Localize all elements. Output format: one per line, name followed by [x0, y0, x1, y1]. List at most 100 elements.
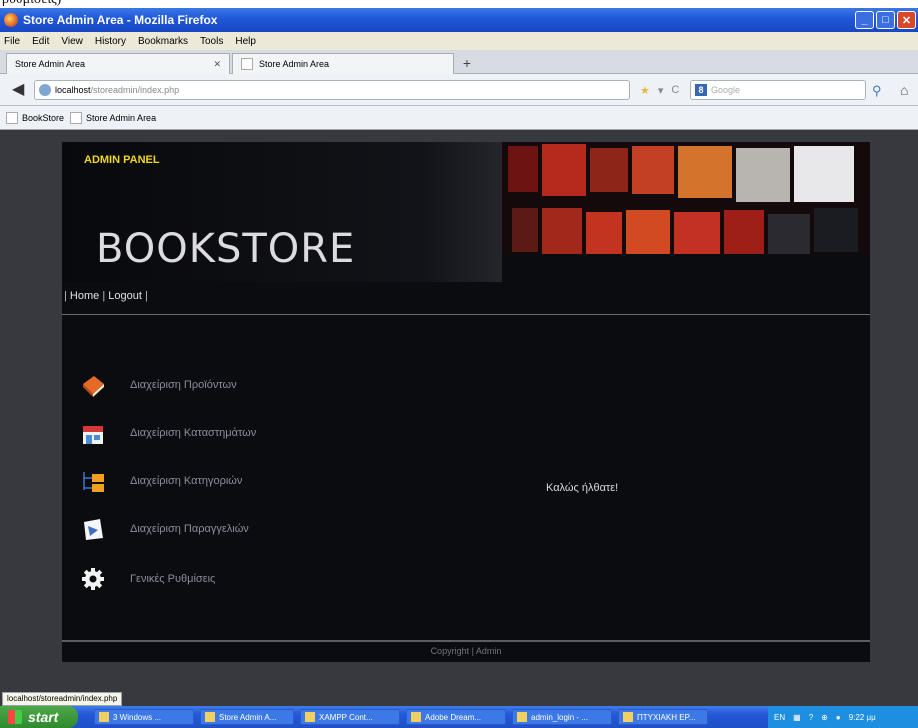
book-icon: [83, 376, 104, 397]
bookmark-label: Store Admin Area: [86, 112, 157, 123]
menu-bookmarks[interactable]: Bookmarks: [138, 36, 188, 47]
taskbar-item-xampp[interactable]: XAMPP Cont...: [300, 709, 400, 725]
back-arrow-icon[interactable]: ◀: [12, 82, 30, 98]
start-label: start: [28, 709, 59, 725]
menu-item-label: Διαχείριση Παραγγελιών: [130, 523, 249, 535]
home-icon[interactable]: ⌂: [900, 82, 908, 98]
top-nav: | Home | Logout |: [64, 290, 148, 302]
taskbar-item-word[interactable]: ΠΤΥΧΙΑΚΗ ΕΡ...: [618, 709, 708, 725]
folder-tree-icon: [83, 472, 104, 492]
dropdown-icon[interactable]: ▾: [658, 84, 664, 97]
search-engine-icon[interactable]: 8: [695, 84, 707, 96]
web-content: ADMIN PANEL BOOKSTORE | Home | Logout | …: [0, 130, 918, 716]
xampp-icon: [305, 712, 315, 722]
task-label: ΠΤΥΧΙΑΚΗ ΕΡ...: [637, 712, 696, 722]
page-footer: Copyright | Admin: [62, 640, 870, 662]
taskbar: start 3 Windows ... Store Admin A... XAM…: [0, 706, 918, 728]
system-tray: EN ▦ ? ⊕ ● 9:22 μμ: [768, 706, 918, 728]
clock: 9:22 μμ: [848, 712, 876, 722]
orders-icon: [84, 519, 103, 540]
keyboard-icon[interactable]: ▦: [793, 713, 801, 722]
menu-item-label: Γενικές Ρυθμίσεις: [130, 573, 216, 585]
menu-item-orders[interactable]: Διαχείριση Παραγγελιών: [80, 516, 400, 542]
tab-strip: Store Admin Area ✕ Store Admin Area +: [0, 50, 918, 74]
task-label: Store Admin A...: [219, 712, 277, 722]
network-icon[interactable]: ⊕: [821, 713, 828, 722]
taskbar-item-firefox[interactable]: Store Admin A...: [200, 709, 294, 725]
reload-icon[interactable]: C: [671, 84, 679, 97]
windows-logo-icon: [8, 710, 22, 724]
taskbar-item-admin-login[interactable]: admin_login - ...: [512, 709, 612, 725]
tab-store-admin-2[interactable]: Store Admin Area: [232, 53, 454, 74]
task-label: admin_login - ...: [531, 712, 588, 722]
bookmarks-toolbar: BookStore Store Admin Area: [0, 106, 918, 130]
bookmark-label: BookStore: [22, 112, 65, 123]
store-icon: [83, 426, 103, 444]
welcome-message: Καλώς ήλθατε!: [546, 482, 619, 494]
menu-history[interactable]: History: [95, 36, 126, 47]
copyright-text: Copyright | Admin: [430, 646, 502, 656]
page-icon: [241, 58, 253, 70]
tab-label: Store Admin Area: [15, 59, 86, 69]
nav-logout-link[interactable]: Logout: [108, 290, 142, 302]
url-path: /storeadmin/index.php: [90, 85, 180, 95]
dreamweaver-icon: [411, 712, 421, 722]
minimize-button[interactable]: _: [855, 11, 874, 29]
search-icon[interactable]: ⚲: [872, 83, 882, 99]
tab-close-icon[interactable]: ✕: [213, 59, 221, 70]
brand-title: BOOKSTORE: [96, 226, 356, 272]
menu-view[interactable]: View: [61, 36, 83, 47]
window-title: Store Admin Area - Mozilla Firefox: [23, 13, 218, 27]
header-books-image: [502, 142, 870, 282]
navigation-toolbar: ◀ localhost /storeadmin/index.php ★ ▾ C …: [0, 74, 918, 106]
window-controls: _ □ ✕: [855, 11, 916, 29]
status-bar-url: localhost/storeadmin/index.php: [2, 692, 123, 706]
firefox-icon: [205, 712, 215, 722]
folder-icon: [99, 712, 109, 722]
document-fragment: ρυθμίσεις): [0, 0, 918, 8]
menu-file[interactable]: File: [4, 36, 20, 47]
language-indicator[interactable]: EN: [774, 713, 785, 722]
menu-item-label: Διαχείριση Προϊόντων: [130, 379, 237, 391]
firefox-icon: [4, 13, 18, 27]
address-bar[interactable]: localhost /storeadmin/index.php: [34, 80, 630, 100]
menu-item-settings[interactable]: Γενικές Ρυθμίσεις: [80, 566, 400, 592]
start-button[interactable]: start: [0, 706, 78, 728]
menu-item-categories[interactable]: Διαχείριση Κατηγοριών: [80, 468, 400, 494]
menu-item-label: Διαχείριση Κατηγοριών: [130, 475, 243, 487]
bookmark-star-icon[interactable]: ★: [640, 84, 650, 97]
window-titlebar: Store Admin Area - Mozilla Firefox _ □ ✕: [0, 8, 918, 32]
bookmark-bookstore[interactable]: BookStore: [6, 111, 65, 124]
admin-panel-title: ADMIN PANEL: [84, 154, 160, 166]
close-button[interactable]: ✕: [897, 11, 916, 29]
menu-item-stores[interactable]: Διαχείριση Καταστημάτων: [80, 420, 400, 446]
url-host: localhost: [55, 85, 91, 95]
page-header: ADMIN PANEL BOOKSTORE: [62, 142, 870, 282]
bookmark-store-admin[interactable]: Store Admin Area: [70, 111, 157, 124]
antivirus-icon[interactable]: ●: [836, 713, 841, 722]
task-label: 3 Windows ...: [113, 712, 162, 722]
gear-icon: [82, 568, 104, 590]
file-icon: [517, 712, 527, 722]
maximize-button[interactable]: □: [876, 11, 895, 29]
tab-store-admin-1[interactable]: Store Admin Area ✕: [6, 53, 230, 74]
globe-icon: [39, 84, 51, 96]
help-icon[interactable]: ?: [809, 713, 813, 722]
new-tab-button[interactable]: +: [456, 54, 478, 72]
bookmark-page-icon: [6, 111, 18, 124]
menu-edit[interactable]: Edit: [32, 36, 49, 47]
nav-home-link[interactable]: Home: [70, 290, 99, 302]
menubar: File Edit View History Bookmarks Tools H…: [0, 32, 918, 50]
taskbar-item-windows[interactable]: 3 Windows ...: [94, 709, 194, 725]
bookmark-page-icon: [70, 111, 83, 124]
task-label: Adobe Dream...: [425, 712, 482, 722]
menu-help[interactable]: Help: [235, 36, 256, 47]
url-actions: ★ ▾ C: [640, 84, 679, 97]
admin-panel-page: ADMIN PANEL BOOKSTORE | Home | Logout | …: [62, 142, 870, 662]
menu-tools[interactable]: Tools: [200, 36, 223, 47]
search-input[interactable]: 8 Google: [690, 80, 866, 100]
taskbar-item-dreamweaver[interactable]: Adobe Dream...: [406, 709, 506, 725]
word-icon: [623, 712, 633, 722]
tab-label: Store Admin Area: [259, 59, 330, 69]
menu-item-products[interactable]: Διαχείριση Προϊόντων: [80, 372, 400, 398]
